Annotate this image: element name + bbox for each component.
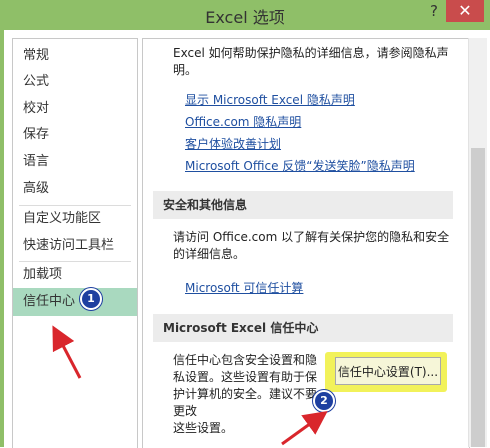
link-office-privacy-statement[interactable]: Office.com 隐私声明 — [185, 113, 301, 130]
sidebar-item-advanced[interactable]: 高级 — [13, 176, 137, 202]
section-header-trust-center: Microsoft Excel 信任中心 — [153, 314, 453, 342]
step-badge-1: 1 — [80, 288, 102, 310]
vertical-scrollbar[interactable] — [468, 38, 487, 447]
options-sidebar: 常规 公式 校对 保存 语言 高级 自定义功能区 快速访问工具栏 加载项 信任中… — [12, 38, 138, 448]
sidebar-item-proofing[interactable]: 校对 — [13, 96, 137, 122]
trust-text-line2: 私设置。这些设置有助于保 — [173, 370, 318, 384]
sidebar-item-add-ins[interactable]: 加载项 — [13, 262, 137, 288]
privacy-intro-line2: 明。 — [173, 63, 198, 77]
sidebar-item-language[interactable]: 语言 — [13, 149, 137, 175]
sidebar-item-formulas[interactable]: 公式 — [13, 69, 137, 95]
window-title: Excel 选项 — [205, 8, 285, 27]
link-send-a-smile-privacy[interactable]: Microsoft Office 反馈“发送笑脸”隐私声明 — [185, 157, 415, 174]
trust-center-settings-button[interactable]: 信任中心设置(T)... — [335, 357, 441, 385]
sidebar-item-save[interactable]: 保存 — [13, 122, 137, 148]
scrollbar-thumb[interactable] — [471, 148, 485, 447]
trust-text-line1: 信任中心包含安全设置和隐 — [173, 353, 318, 367]
trust-text-line3: 护计算机的安全。建议不要 — [173, 387, 318, 401]
section-header-security: 安全和其他信息 — [153, 191, 453, 219]
trust-text-line4: 更改 — [173, 404, 198, 418]
trust-text-line5: 这些设置。 — [173, 421, 234, 435]
close-button[interactable]: ✕ — [446, 0, 484, 22]
link-trustworthy-computing[interactable]: Microsoft 可信任计算 — [185, 279, 303, 296]
sidebar-item-general[interactable]: 常规 — [13, 43, 137, 69]
sidebar-item-quick-access-toolbar[interactable]: 快速访问工具栏 — [13, 233, 137, 259]
step-badge-2: 2 — [313, 390, 335, 412]
link-customer-experience-program[interactable]: 客户体验改善计划 — [185, 135, 281, 152]
title-bar: Excel 选项 ? ✕ — [0, 0, 490, 30]
privacy-intro-line1: Excel 如何帮助保护隐私的详细信息，请参阅隐私声 — [173, 46, 449, 60]
security-text-line1: 请访问 Office.com 以了解有关保护您的隐私和安全 — [173, 230, 450, 244]
sidebar-item-trust-center[interactable]: 信任中心 — [13, 288, 137, 316]
link-excel-privacy-statement[interactable]: 显示 Microsoft Excel 隐私声明 — [185, 91, 355, 108]
sidebar-item-customize-ribbon[interactable]: 自定义功能区 — [13, 206, 137, 232]
help-button[interactable]: ? — [426, 2, 442, 20]
security-text-line2: 的详细信息。 — [173, 247, 246, 261]
